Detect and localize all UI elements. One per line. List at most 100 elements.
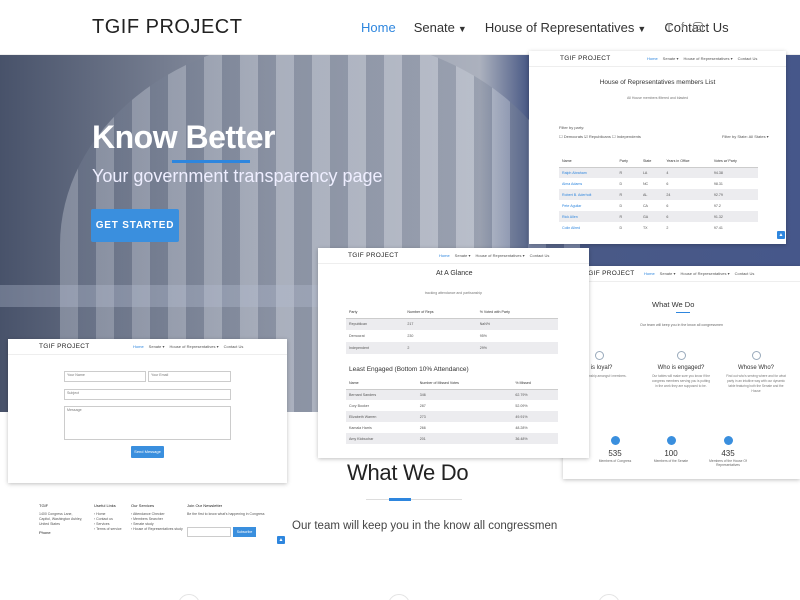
senate-icon <box>666 436 676 445</box>
table-cell: 94.38 <box>710 167 758 178</box>
stat-house: 435 Members of the House Of Representati… <box>703 436 753 467</box>
table-cell: 91.32 <box>710 211 758 222</box>
table-cell: D <box>619 181 623 186</box>
table-cell: D <box>619 203 623 208</box>
hero-underline <box>172 160 250 163</box>
instagram-icon[interactable] <box>693 22 704 32</box>
subscribe-button: Subscribe <box>233 527 256 537</box>
subject-field: Subject <box>64 389 231 400</box>
party-checkboxes: ☐ Democrats ☑ Republicans ☐ Independents <box>559 134 641 139</box>
footer-newsletter: Join Our Newsletter Be the first to know… <box>187 503 265 517</box>
table-header: Party <box>616 156 640 168</box>
footer-services: Our Services › Attendance Checker › Memb… <box>131 503 183 532</box>
get-started-button[interactable]: GET STARTED <box>91 209 179 242</box>
table-cell: D <box>619 225 623 230</box>
table-row: Democrat 230 95% <box>346 330 558 342</box>
preview-title: At A Glance <box>436 270 473 277</box>
table-cell: 201 <box>416 433 513 444</box>
table-cell: 29% <box>476 342 558 354</box>
footer-brand: TGIF <box>39 503 49 508</box>
table-cell: NC <box>642 181 649 186</box>
footer-brand-col: TGIF 1400 Congress Lane, Capitol, Washin… <box>39 503 82 539</box>
table-row: Cory Booker 287 52.09% <box>346 400 558 411</box>
mini-nav-link: Contact Us <box>737 56 758 61</box>
congress-icon <box>610 436 620 445</box>
footer-link[interactable]: › Terms of service <box>94 527 122 532</box>
stat-congress: 535 Members of Congress <box>590 436 640 463</box>
social-links: 𝕥 f <box>667 21 704 34</box>
newsletter-email-input <box>187 527 231 537</box>
preview-title: What We Do <box>652 300 695 309</box>
page: TGIF PROJECT Home Senate ▼ House of Repre… <box>0 0 800 600</box>
preview-what-we-do[interactable]: TGIF PROJECT Home Senate ▾ House of Repr… <box>563 266 800 479</box>
table-cell: Colin Allred <box>562 225 581 230</box>
party-filter-label: Filter by party: <box>559 125 585 130</box>
preview-footer[interactable]: TGIF 1400 Congress Lane, Capitol, Washin… <box>31 497 287 549</box>
table-cell: NaN% <box>476 318 558 330</box>
whose-who-icon <box>751 351 761 360</box>
table-cell: 273 <box>416 411 513 422</box>
table-row: Bernard Sanders 346 62.79% <box>346 389 558 400</box>
feature-title: Who is engaged? <box>657 365 705 371</box>
table-cell: TX <box>642 225 648 230</box>
newsletter-text: Be the first to know what's happening in… <box>187 512 265 516</box>
preview-contact-form[interactable]: TGIF PROJECT Home Senate ▾ House of Repr… <box>8 339 287 483</box>
table-cell: 287 <box>419 403 426 408</box>
footer-col-title: Useful Links <box>94 503 116 508</box>
mini-brand: TGIF PROJECT <box>39 343 90 350</box>
feature-whose-who: Whose Who? Find out who's serving where … <box>726 351 786 394</box>
facebook-icon[interactable]: f <box>681 21 684 34</box>
table-cell: AL <box>639 189 664 200</box>
table-cell: Ralph Abraham <box>559 167 617 178</box>
preview-subtitle: All House members filtered and blasted <box>626 96 689 100</box>
hero-title: Know Better <box>92 119 275 155</box>
feature-icon-partial <box>598 594 620 600</box>
nav-home-label: Home <box>361 20 396 35</box>
send-message-button: Send Message <box>131 446 164 458</box>
hero-subtitle: Your government transparency page <box>92 166 383 186</box>
brand-logo[interactable]: TGIF PROJECT <box>92 16 242 39</box>
mini-nav-links: Home Senate ▾ House of Representatives ▾… <box>644 271 754 276</box>
feature-title: Whose Who? <box>737 365 774 371</box>
mini-nav-link: Senate ▾ <box>662 56 679 61</box>
footer-col-title: Join Our Newsletter <box>187 503 223 508</box>
table-header: State <box>639 156 664 168</box>
scroll-top-icon[interactable]: ▲ <box>777 231 785 239</box>
least-engaged-table: Name Number of Missed Votes % Missed Ber… <box>346 378 558 444</box>
scroll-top-icon[interactable]: ▲ <box>277 536 285 544</box>
table-cell: 24 <box>663 189 711 200</box>
chevron-down-icon: ▼ <box>457 24 467 34</box>
preview-at-a-glance[interactable]: TGIF PROJECT Home Senate ▾ House of Repr… <box>318 248 589 458</box>
mini-nav-link: Senate ▾ <box>454 253 471 258</box>
table-row: Ralph Abraham R LA 4 94.38 <box>559 167 758 178</box>
table-cell: 48.28% <box>515 425 528 430</box>
nav-home[interactable]: Home <box>361 20 396 35</box>
twitter-icon[interactable]: 𝕥 <box>667 21 672 34</box>
nav-senate-label: Senate <box>413 20 455 35</box>
table-cell: Pete Aguilar <box>562 203 582 208</box>
mini-brand: TGIF PROJECT <box>348 252 399 259</box>
table-cell: 95% <box>479 334 487 338</box>
table-cell: R <box>616 211 640 222</box>
feature-engaged: Who is engaged? Our tables will make sur… <box>651 351 711 389</box>
table-cell: Alma Adams <box>562 181 583 186</box>
mini-nav-link: Contact Us <box>734 271 755 276</box>
table-cell: Bernard Sanders <box>346 389 417 400</box>
nav-house[interactable]: House of Representatives ▼ <box>485 20 647 35</box>
name-field: Your Name <box>64 371 146 382</box>
feature-desc: Our tables will make sure you know if th… <box>652 374 710 388</box>
stat-value: 435 <box>721 449 735 458</box>
stat-label: Members of Congress <box>598 459 632 463</box>
table-cell: 6 <box>666 203 669 208</box>
table-cell: 266 <box>419 425 426 430</box>
footer-link[interactable]: › House of Representatives study <box>131 527 183 532</box>
preview-subtitle: tracking attendance and partisanship <box>424 291 483 295</box>
nav-house-label: House of Representatives <box>484 20 635 35</box>
feature-desc: Find out who's serving where and for wha… <box>726 374 786 393</box>
section-divider <box>366 499 462 500</box>
mini-nav-link: Senate ▾ <box>148 344 165 349</box>
table-row: Alma Adams D NC 6 98.31 <box>559 178 758 189</box>
preview-house-members[interactable]: TGIF PROJECT Home Senate ▾ House of Repr… <box>529 51 786 244</box>
nav-senate[interactable]: Senate ▼ <box>414 20 467 35</box>
least-engaged-title: Least Engaged (Bottom 10% Attendance) <box>349 366 469 373</box>
